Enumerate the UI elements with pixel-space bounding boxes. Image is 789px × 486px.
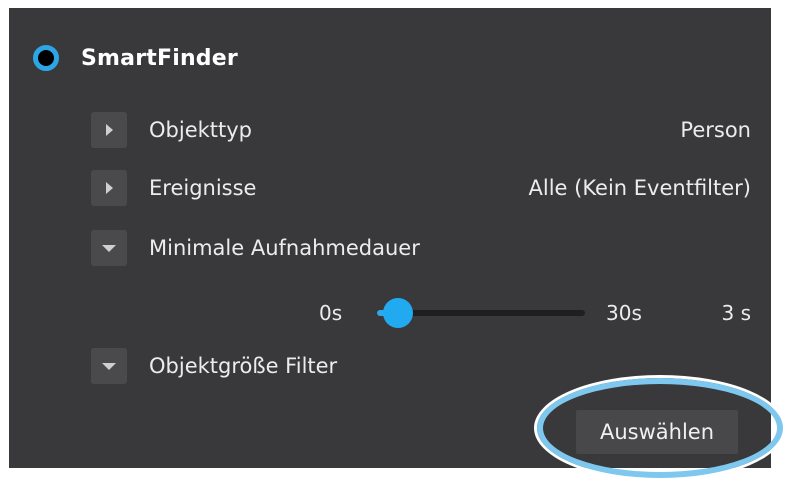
expand-toggle-ereignisse[interactable]	[91, 170, 127, 206]
slider-max-label: 30s	[606, 301, 642, 325]
aufnahmedauer-slider-row: 0s 30s 3 s	[9, 293, 751, 333]
smartfinder-panel: SmartFinder Objekttyp Person Ereignisse …	[9, 8, 771, 468]
row-minimale-aufnahmedauer[interactable]: Minimale Aufnahmedauer	[91, 230, 751, 266]
chevron-down-icon	[102, 362, 116, 370]
objekttyp-value: Person	[680, 118, 751, 142]
objektgroesse-label: Objektgröße Filter	[149, 354, 338, 378]
slider-min-label: 0s	[319, 301, 343, 325]
smartfinder-header[interactable]: SmartFinder	[33, 40, 238, 76]
slider-current-value: 3 s	[721, 301, 751, 325]
collapse-toggle-objektgroesse[interactable]	[91, 348, 127, 384]
slider-thumb[interactable]	[382, 298, 413, 328]
row-ereignisse[interactable]: Ereignisse Alle (Kein Eventfilter)	[91, 170, 751, 206]
smartfinder-title: SmartFinder	[81, 45, 238, 71]
row-objekttyp[interactable]: Objekttyp Person	[91, 112, 751, 148]
aufnahmedauer-slider[interactable]	[377, 298, 585, 328]
select-button[interactable]: Auswählen	[576, 410, 738, 454]
chevron-right-icon	[105, 124, 113, 136]
row-objektgroesse-filter[interactable]: Objektgröße Filter	[91, 348, 751, 384]
objekttyp-label: Objekttyp	[149, 118, 253, 142]
chevron-down-icon	[102, 244, 116, 252]
aufnahmedauer-label: Minimale Aufnahmedauer	[149, 236, 420, 260]
collapse-toggle-aufnahmedauer[interactable]	[91, 230, 127, 266]
ereignisse-value: Alle (Kein Eventfilter)	[528, 176, 752, 200]
expand-toggle-objekttyp[interactable]	[91, 112, 127, 148]
radio-selected-icon[interactable]	[33, 45, 59, 71]
ereignisse-label: Ereignisse	[149, 176, 257, 200]
chevron-right-icon	[105, 182, 113, 194]
